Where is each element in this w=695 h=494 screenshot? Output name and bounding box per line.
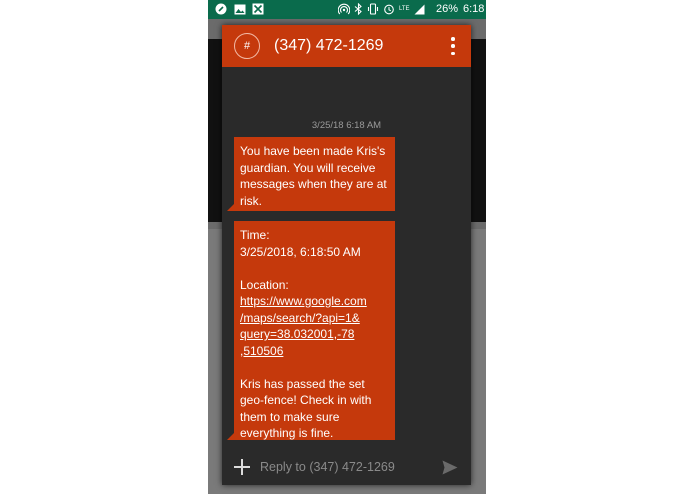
message-text: You have been made Kris's guardian. You … (240, 144, 387, 208)
app-notification-icon (214, 2, 228, 16)
image-icon (233, 2, 247, 16)
status-icons: LTE (338, 2, 425, 16)
message-text: Kris has passed the set geo-fence! Check… (240, 376, 372, 441)
location-link-line: https://www.google.com (240, 294, 367, 308)
location-link[interactable]: https://www.google.com /maps/search/?api… (240, 294, 367, 358)
message-timestamp: 3/25/18 6:18 AM (311, 120, 382, 131)
battery-percent: 26% (436, 3, 459, 15)
message-time-label: Time: (240, 228, 270, 242)
reply-composer (222, 450, 471, 485)
alarm-icon (384, 4, 394, 15)
contact-avatar[interactable]: # (234, 33, 260, 59)
bluetooth-icon (354, 3, 362, 15)
signal-icon (414, 4, 425, 14)
quick-reply-dialog: # (347) 472-1269 3/25/18 6:18 AM You hav… (222, 25, 471, 485)
close-box-icon (251, 2, 265, 16)
location-link-line: /maps/search/?api=1& (240, 310, 360, 325)
contact-title: (347) 472-1269 (274, 37, 384, 54)
phone-screen: LTE 26% 6:18 # (347) 472-1269 3/25/18 6:… (208, 0, 486, 494)
lte-label: LTE (399, 6, 410, 12)
add-attachment-icon[interactable] (234, 459, 250, 475)
location-link-line: query=38.032001,-78 (240, 327, 355, 341)
send-icon[interactable] (442, 460, 458, 475)
message-time-value: 3/25/2018, 6:18:50 AM (240, 244, 361, 259)
reply-input[interactable] (260, 456, 430, 478)
status-bar: LTE 26% 6:18 (208, 0, 486, 19)
overflow-menu-icon[interactable] (448, 37, 458, 55)
vibrate-icon (367, 3, 379, 15)
status-time: 6:18 (463, 3, 485, 15)
conversation-header: # (347) 472-1269 (222, 25, 471, 67)
message-location-label: Location: (240, 277, 289, 292)
hotspot-icon (338, 3, 350, 15)
location-link-line: ,510506 (240, 343, 284, 358)
message-bubble: Time: 3/25/2018, 6:18:50 AM Location: ht… (227, 221, 395, 441)
message-bubble: You have been made Kris's guardian. You … (227, 137, 395, 211)
